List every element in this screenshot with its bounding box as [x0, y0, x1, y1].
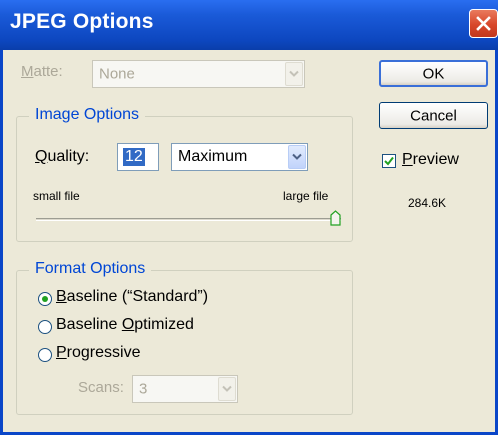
preview-file-size: 284.6K	[408, 196, 447, 210]
baseline-standard-label[interactable]: Baseline (“Standard”)	[56, 288, 208, 306]
dialog-title: JPEG Options	[10, 10, 154, 33]
scans-label: Scans:	[78, 379, 124, 396]
progressive-label[interactable]: Progressive	[56, 344, 140, 362]
scans-dropdown-arrow[interactable]	[218, 377, 236, 401]
matte-value: None	[99, 65, 135, 83]
ok-label: OK	[422, 65, 445, 82]
preview-label[interactable]: Preview	[402, 151, 459, 169]
chevron-down-icon	[222, 385, 232, 392]
close-button[interactable]	[469, 9, 498, 38]
cancel-button[interactable]: Cancel	[379, 102, 488, 129]
image-options-legend: Image Options	[29, 106, 146, 124]
quality-preset-select[interactable]: Maximum	[171, 143, 308, 171]
matte-label: Matte:	[21, 63, 63, 80]
close-icon	[476, 16, 491, 31]
quality-slider-track[interactable]	[36, 218, 341, 221]
image-options-group: Image Options	[16, 106, 353, 242]
matte-select[interactable]: None	[92, 60, 305, 88]
quality-slider-thumb[interactable]	[330, 210, 341, 226]
title-bar[interactable]: JPEG Options	[0, 0, 498, 50]
baseline-optimized-label[interactable]: Baseline Optimized	[56, 316, 194, 334]
ok-button[interactable]: OK	[379, 60, 488, 87]
radio-selected-dot	[42, 296, 48, 302]
chevron-down-icon	[289, 70, 299, 77]
radio-baseline-optimized[interactable]	[38, 320, 52, 334]
preview-checkbox[interactable]	[382, 154, 396, 168]
radio-baseline-standard[interactable]	[38, 292, 52, 306]
matte-dropdown-arrow[interactable]	[285, 62, 303, 86]
quality-preset-value: Maximum	[178, 148, 248, 165]
quality-preset-dropdown-arrow[interactable]	[288, 145, 306, 169]
large-file-label: large file	[283, 189, 329, 203]
scans-select[interactable]: 3	[132, 375, 238, 403]
dialog-body: Matte: None Image Options Quality: 12 Ma…	[0, 50, 498, 435]
cancel-label: Cancel	[410, 107, 457, 124]
radio-progressive[interactable]	[38, 348, 52, 362]
small-file-label: small file	[33, 189, 80, 203]
chevron-down-icon	[292, 153, 302, 160]
quality-label: Quality:	[35, 148, 90, 165]
quality-input[interactable]: 12	[117, 143, 159, 171]
quality-value: 12	[123, 148, 145, 166]
format-options-legend: Format Options	[29, 260, 152, 278]
checkmark-icon	[384, 156, 394, 166]
scans-value: 3	[139, 380, 148, 398]
